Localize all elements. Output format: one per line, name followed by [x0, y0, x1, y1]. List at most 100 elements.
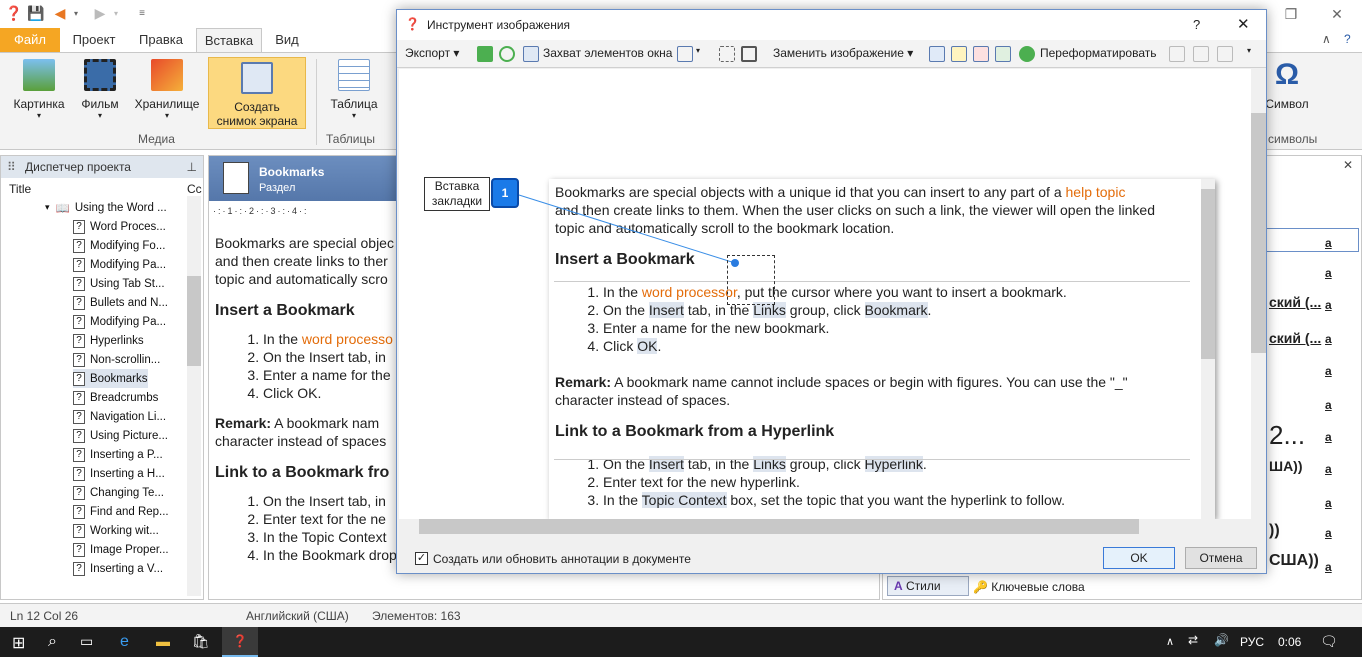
style-item-3[interactable]: 2...: [1269, 420, 1305, 451]
callout-number-badge[interactable]: 1: [491, 178, 519, 208]
collapse-icon[interactable]: ▾: [45, 202, 50, 213]
style-item-6[interactable]: США)): [1269, 552, 1319, 570]
tree-item[interactable]: ? Changing Te...: [73, 483, 164, 502]
tree-root[interactable]: ▾ 📖 Using the Word ...: [45, 198, 167, 217]
tree-item[interactable]: ? Find and Rep...: [73, 502, 169, 521]
style-item-2[interactable]: ский (...: [1269, 330, 1321, 346]
restore-icon[interactable]: ❐: [1268, 0, 1314, 28]
close-icon[interactable]: ✕: [1314, 0, 1360, 28]
tree-item[interactable]: ? Navigation Li...: [73, 407, 166, 426]
align-right-icon[interactable]: [1217, 46, 1233, 62]
tree-item[interactable]: ? Breadcrumbs: [73, 388, 158, 407]
close-panel-icon[interactable]: ✕: [1343, 158, 1353, 172]
tree-item[interactable]: ? Word Proces...: [73, 217, 166, 236]
style-item-5[interactable]: )): [1269, 522, 1280, 540]
edit-annotation-icon[interactable]: [951, 46, 967, 62]
style-item-1[interactable]: ский (...: [1269, 294, 1321, 310]
toolbar-overflow-icon[interactable]: ▾: [1247, 46, 1251, 55]
tree-item[interactable]: ? Using Picture...: [73, 426, 168, 445]
align-center-icon[interactable]: [1193, 46, 1209, 62]
tree-item[interactable]: ? Non-scrollin...: [73, 350, 160, 369]
tab-insert[interactable]: Вставка: [196, 28, 262, 52]
dialog-close-button[interactable]: ✕: [1237, 15, 1250, 33]
input-language[interactable]: РУС: [1240, 635, 1264, 649]
tree-item[interactable]: ? Hyperlinks: [73, 331, 144, 350]
notifications-icon[interactable]: 🗨: [1320, 633, 1338, 650]
pin-icon[interactable]: ⊥: [187, 156, 197, 178]
export-menu[interactable]: Экспорт ▾: [405, 46, 459, 60]
tree-item[interactable]: ? Inserting a V...: [73, 559, 163, 578]
cancel-button[interactable]: Отмена: [1185, 547, 1257, 569]
tree-item[interactable]: ? Modifying Fo...: [73, 236, 165, 255]
tab-project[interactable]: Проект: [62, 28, 126, 52]
windows-start-icon[interactable]: ⊞: [12, 633, 25, 653]
helpndoc-taskbar-button[interactable]: ❓: [222, 627, 258, 657]
movie-button[interactable]: Фильм ▾: [72, 59, 128, 120]
language-status[interactable]: Английский (США): [246, 609, 349, 623]
tree-scrollbar[interactable]: [187, 196, 201, 596]
save-icon[interactable]: 💾: [26, 3, 46, 23]
delete-annotation-icon[interactable]: [973, 46, 989, 62]
network-icon[interactable]: ⇄: [1188, 633, 1198, 647]
capture-window-button[interactable]: Захват элементов окна: [543, 46, 672, 60]
redo-dropdown-icon[interactable]: ▾: [106, 3, 126, 23]
tab-styles[interactable]: A Стили: [887, 576, 969, 596]
column-title[interactable]: Title: [9, 182, 31, 196]
tree-item[interactable]: ? Image Proper...: [73, 540, 169, 559]
tab-keywords[interactable]: 🔑 Ключевые слова: [973, 578, 1085, 596]
tab-edit[interactable]: Правка: [128, 28, 194, 52]
storage-button[interactable]: Хранилище ▾: [132, 59, 202, 120]
tray-up-icon[interactable]: ∧: [1166, 635, 1174, 648]
annotations-checkbox[interactable]: ✓: [415, 552, 428, 565]
camera-icon[interactable]: [477, 46, 493, 62]
tree-item[interactable]: ? Bookmarks: [73, 369, 148, 388]
search-icon[interactable]: ⌕: [48, 633, 57, 651]
customize-quick-access-icon[interactable]: ≡: [132, 3, 152, 23]
volume-icon[interactable]: 🔊: [1214, 633, 1229, 647]
window-select-dropdown-icon[interactable]: ▾: [696, 46, 700, 55]
table-button[interactable]: Таблица ▾: [326, 59, 382, 120]
edge-icon[interactable]: e: [120, 633, 129, 651]
help-icon[interactable]: ?: [1344, 32, 1351, 46]
collapse-ribbon-icon[interactable]: ∧: [1322, 32, 1331, 46]
clock[interactable]: 0:06: [1278, 635, 1301, 649]
annotations-checkbox-label[interactable]: Создать или обновить аннотации в докумен…: [433, 552, 691, 566]
tree-item[interactable]: ? Modifying Pa...: [73, 255, 166, 274]
task-view-icon[interactable]: ▭: [80, 633, 93, 650]
image-canvas[interactable]: Bookmarks are special objects with a uni…: [399, 69, 1251, 519]
tree-item[interactable]: ? Using Tab St...: [73, 274, 165, 293]
reformat-icon[interactable]: [1019, 46, 1035, 62]
timer-icon[interactable]: [499, 46, 515, 62]
style-item-4[interactable]: ША)): [1269, 458, 1303, 474]
ok-button[interactable]: OK: [1103, 547, 1175, 569]
tree-item[interactable]: ? Inserting a H...: [73, 464, 165, 483]
style-item-selected[interactable]: [1263, 228, 1359, 252]
window-select-icon[interactable]: [677, 46, 693, 62]
align-left-icon[interactable]: [1169, 46, 1185, 62]
crop-icon[interactable]: [719, 46, 735, 62]
replace-image-menu[interactable]: Заменить изображение ▾: [773, 46, 913, 60]
tab-file[interactable]: Файл: [0, 28, 60, 52]
create-screenshot-button[interactable]: Создать снимок экрана: [208, 57, 306, 129]
canvas-horizontal-scrollbar[interactable]: [399, 519, 1251, 534]
tab-view[interactable]: Вид: [264, 28, 310, 52]
resize-icon[interactable]: [741, 46, 757, 62]
picture-button[interactable]: Картинка ▾: [8, 59, 70, 120]
tree-item[interactable]: ? Working wit...: [73, 521, 159, 540]
annotation-settings-icon[interactable]: [995, 46, 1011, 62]
callout-anchor-handle[interactable]: [731, 259, 739, 267]
column-c[interactable]: Cc: [187, 182, 202, 196]
store-icon[interactable]: 🛍: [192, 633, 210, 650]
tree-item[interactable]: ? Modifying Pa...: [73, 312, 166, 331]
canvas-vertical-scrollbar[interactable]: [1251, 69, 1266, 519]
callout-label-box[interactable]: Вставка закладки: [424, 177, 490, 211]
explorer-icon[interactable]: ▬: [156, 633, 170, 649]
tree-item[interactable]: ? Inserting a P...: [73, 445, 163, 464]
tree-item[interactable]: ? Bullets and N...: [73, 293, 168, 312]
symbol-button[interactable]: Ω Символ: [1262, 59, 1312, 112]
reformat-button[interactable]: Переформатировать: [1040, 46, 1156, 60]
dialog-help-button[interactable]: ?: [1193, 17, 1200, 32]
undo-dropdown-icon[interactable]: ▾: [66, 3, 86, 23]
add-annotation-icon[interactable]: [929, 46, 945, 62]
capture-window-icon[interactable]: [523, 46, 539, 62]
